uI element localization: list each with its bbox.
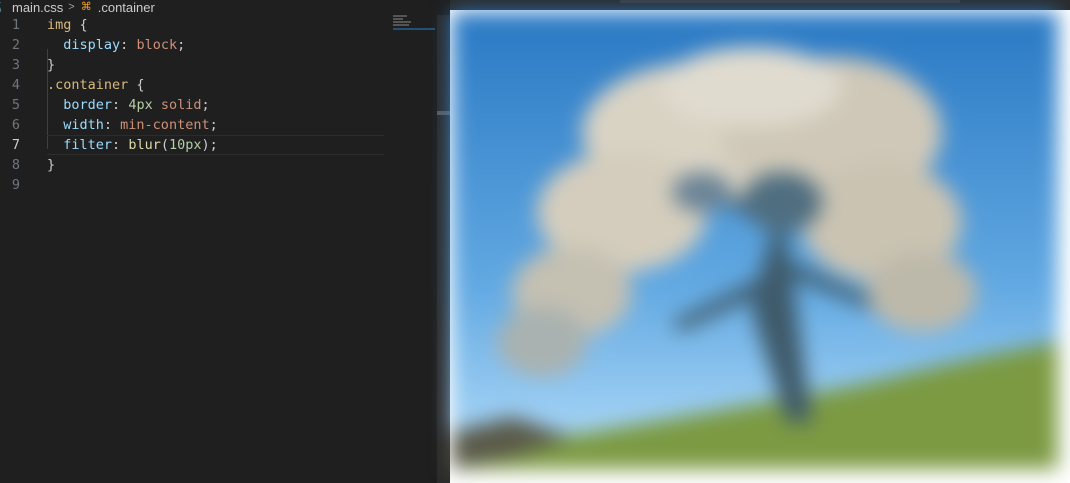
minimap[interactable]	[393, 15, 435, 31]
line-number: 5	[11, 97, 20, 113]
line-number: 4	[11, 77, 20, 93]
breadcrumb-symbol[interactable]: .container	[98, 0, 155, 15]
css-property: display	[63, 37, 121, 53]
close-paren: )	[201, 137, 210, 153]
line-number-gutter: 1 2 3 4 5 6 7 8 9	[0, 15, 26, 195]
css-value: min-content	[120, 117, 210, 133]
css-number: 10px	[168, 137, 202, 153]
css-value: solid	[160, 97, 202, 113]
code-line-4[interactable]: .container {	[47, 75, 384, 95]
preview-toolbar-bar	[620, 0, 960, 3]
scrollbar-thumb[interactable]	[437, 111, 450, 115]
breadcrumb-file[interactable]: main.css	[12, 0, 63, 15]
code-line-7-current[interactable]: filter: blur(10px);	[47, 135, 384, 155]
minimap-line	[393, 15, 407, 17]
open-brace: {	[128, 77, 145, 93]
css-file-icon: ⟆	[0, 1, 6, 13]
css-selector: img	[47, 17, 72, 33]
open-brace: {	[71, 17, 88, 33]
css-selector-icon: ⌘	[80, 0, 92, 13]
css-selector: .container	[47, 77, 129, 93]
close-brace: }	[47, 157, 56, 173]
code-line-9[interactable]	[47, 175, 384, 195]
colon: :	[120, 37, 137, 53]
code-area[interactable]: img { display: block; } .container { bor…	[47, 15, 384, 195]
semicolon: ;	[201, 97, 210, 113]
css-property: width	[63, 117, 104, 133]
minimap-viewport	[393, 28, 435, 30]
line-number: 6	[11, 117, 20, 133]
line-number: 3	[11, 57, 20, 73]
preview-toolbar	[450, 0, 1070, 10]
colon: :	[112, 97, 129, 113]
code-line-6[interactable]: width: min-content;	[47, 115, 384, 135]
css-property: border	[63, 97, 113, 113]
semicolon: ;	[177, 37, 186, 53]
editor-scrollbar[interactable]	[437, 15, 450, 483]
css-function: blur	[128, 137, 161, 153]
close-brace: }	[47, 57, 56, 73]
open-paren: (	[160, 137, 169, 153]
line-number: 9	[11, 177, 20, 193]
css-property: filter	[63, 137, 113, 153]
chevron-right-icon: >	[68, 1, 75, 13]
css-value: block	[136, 37, 178, 53]
code-line-2[interactable]: display: block;	[47, 35, 384, 55]
code-line-3[interactable]: }	[47, 55, 384, 75]
line-number: 1	[11, 17, 20, 33]
css-number: 4px	[128, 97, 153, 113]
minimap-line	[393, 18, 403, 20]
line-number-active: 7	[11, 137, 20, 153]
colon: :	[112, 137, 129, 153]
blurred-tree-photo	[452, 12, 1058, 469]
breadcrumb: ⟆ main.css > ⌘ .container	[0, 0, 437, 15]
line-number: 2	[11, 37, 20, 53]
code-line-5[interactable]: border: 4px solid;	[47, 95, 384, 115]
colon: :	[103, 117, 121, 133]
code-line-1[interactable]: img {	[47, 15, 384, 35]
minimap-line	[393, 24, 409, 26]
line-number: 8	[11, 157, 20, 173]
code-editor[interactable]: ⟆ main.css > ⌘ .container 1 2 3 4 5 6 7 …	[0, 0, 437, 483]
semicolon: ;	[209, 117, 218, 133]
code-line-8[interactable]: }	[47, 155, 384, 175]
preview-pane	[450, 0, 1070, 483]
minimap-line	[393, 21, 411, 23]
semicolon: ;	[209, 137, 218, 153]
